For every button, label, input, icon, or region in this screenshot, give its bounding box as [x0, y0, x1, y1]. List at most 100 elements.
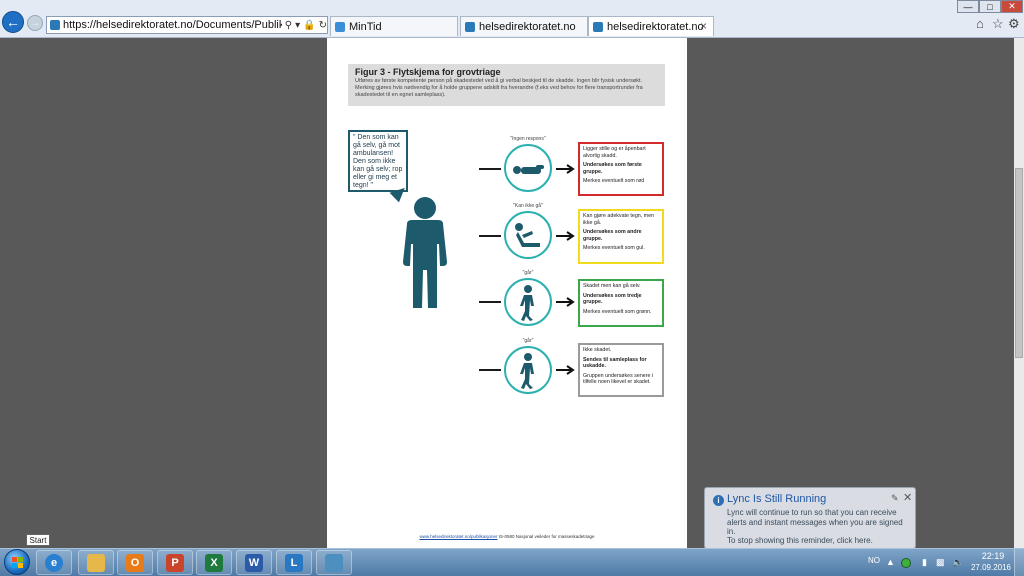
volume-icon[interactable]: 🔈 [952, 557, 963, 568]
tab-label: MinTid [349, 20, 382, 33]
taskbar-excel[interactable]: X [196, 550, 232, 575]
tab-mintid[interactable]: MinTid [330, 16, 458, 36]
walking-person-icon [520, 285, 534, 321]
home-icon[interactable]: ⌂ [976, 16, 984, 31]
taskbar-internet-explorer[interactable]: e [36, 550, 72, 575]
arrow-right-icon: → [30, 17, 40, 29]
info-icon: i [713, 495, 724, 506]
row-label: "Ingen respons" [510, 136, 546, 142]
site-favicon-icon [593, 21, 603, 32]
settings-gear-icon[interactable]: ⚙ [1008, 16, 1020, 32]
triage-description: Kan gjøre adekvate tegn, men ikke gå. [583, 213, 654, 226]
triage-description: Ikke skadet. [583, 347, 612, 353]
site-favicon-icon [50, 20, 60, 30]
tab-close-icon[interactable]: × [700, 19, 707, 33]
taskbar-file-explorer[interactable] [78, 550, 114, 575]
triage-description: Ligger stille og er åpenbart alvorlig sk… [583, 146, 646, 159]
arrow-right-icon [556, 231, 575, 241]
triage-box-red: Ligger stille og er åpenbart alvorlig sk… [578, 142, 664, 196]
show-hidden-icons-icon[interactable]: ▲ [886, 557, 895, 567]
back-button[interactable]: ← [2, 11, 24, 33]
internet-explorer-icon: e [45, 553, 63, 572]
row-label: "går" [522, 338, 534, 344]
site-favicon-icon [465, 21, 475, 32]
standing-person-icon [403, 197, 447, 308]
triage-box-grey: Ikke skadet. Sendes til samleplass for u… [578, 343, 664, 397]
triage-description: Skadet men kan gå selv. [583, 283, 641, 289]
excel-icon: X [205, 553, 223, 572]
minimize-button[interactable]: — [957, 0, 979, 13]
triage-note: Merkes eventuelt som grønn. [583, 308, 652, 315]
photo-viewer-icon [325, 553, 343, 572]
clock-date[interactable]: 27.09.2016 [970, 563, 1012, 572]
arrow-right-icon [556, 365, 575, 375]
refresh-icon[interactable]: ↻ [319, 20, 327, 31]
taskbar-word[interactable]: W [236, 550, 272, 575]
taskbar-powerpoint[interactable]: P [157, 550, 193, 575]
row-label: "Kan ikke gå" [513, 203, 543, 209]
window-close-button[interactable]: ✕ [1001, 0, 1023, 13]
sitting-person-circle [504, 211, 552, 259]
arrow-left-icon: ← [6, 14, 20, 30]
publications-link[interactable]: www.helsedirektoratet.no/publikasjoner [419, 534, 497, 539]
clock-time[interactable]: 22:19 [978, 551, 1008, 561]
notification-title: Lync Is Still Running [727, 493, 827, 505]
sitting-person-icon [515, 223, 540, 247]
vertical-scrollbar[interactable] [1014, 38, 1024, 548]
powerpoint-icon: P [166, 553, 184, 572]
notification-close-icon[interactable]: ✕ [903, 491, 912, 504]
tab-label: helsedirektoratet.no [479, 20, 576, 33]
document-viewport[interactable]: Figur 3 - Flytskjema for grovtriage Utfø… [0, 38, 1014, 548]
maximize-button[interactable]: □ [979, 0, 1001, 13]
connector-line [479, 235, 501, 237]
walking-person-icon [520, 353, 534, 389]
walking-person-circle [504, 278, 552, 326]
figure-caption: Utføres av første kompetente person på s… [355, 78, 643, 98]
tab-helsedirektoratet-active[interactable]: helsedirektoratet.no × [588, 16, 714, 36]
favorites-star-icon[interactable]: ☆ [992, 16, 1004, 32]
url-text[interactable]: https://helsedirektoratet.no/Documents/P… [63, 19, 282, 31]
lync-tray-icon[interactable] [901, 558, 911, 568]
mintid-favicon-icon [335, 21, 345, 32]
triage-note: Merkes eventuelt som gul. [583, 245, 645, 252]
taskbar-photo-viewer[interactable] [316, 550, 352, 575]
battery-icon[interactable]: ▮ [922, 557, 927, 568]
figure-header: Figur 3 - Flytskjema for grovtriage Utfø… [348, 64, 665, 106]
notification-body: Lync will continue to run so that you ca… [727, 508, 903, 537]
taskbar-outlook[interactable]: O [117, 550, 153, 575]
triage-action: Sendes til samleplass for uskadde. [583, 356, 647, 370]
lync-icon: L [285, 553, 303, 572]
figure-title: Figur 3 - Flytskjema for grovtriage [355, 67, 501, 77]
start-button[interactable] [4, 549, 30, 575]
lock-icon[interactable]: 🔒 [303, 20, 315, 31]
pdf-page: Figur 3 - Flytskjema for grovtriage Utfø… [327, 38, 687, 548]
network-icon[interactable]: ▩ [936, 557, 945, 568]
walking-person-circle [504, 346, 552, 394]
triage-action: Undersøkes som andre gruppe. [583, 229, 642, 242]
taskbar-lync[interactable]: L [276, 550, 312, 575]
word-icon: W [245, 553, 263, 572]
stop-reminder-link[interactable]: To stop showing this reminder, click her… [727, 536, 873, 545]
scrollbar-thumb[interactable] [1015, 168, 1023, 358]
triage-action: Undersøkes som tredje gruppe. [583, 292, 642, 306]
tab-helsedirektoratet[interactable]: helsedirektoratet.no [460, 16, 588, 36]
windows-logo-icon [12, 557, 23, 568]
triage-box-green: Skadet men kan gå selv. Undersøkes som t… [578, 279, 664, 327]
start-tooltip: Start [26, 534, 50, 546]
lying-person-icon [513, 165, 544, 174]
connector-line [479, 168, 501, 170]
footer-text: IS-0580 Nasjonal veileder for masseskade… [497, 534, 595, 539]
lying-person-circle [504, 144, 552, 192]
address-bar[interactable]: https://helsedirektoratet.no/Documents/P… [46, 16, 328, 34]
lync-notification[interactable]: i Lync Is Still Running ✎ ✕ Lync will co… [704, 487, 916, 556]
pin-icon[interactable]: ✎ [891, 493, 899, 504]
search-icon[interactable]: ⚲ [285, 20, 292, 31]
forward-button[interactable]: → [27, 15, 43, 31]
language-indicator[interactable]: NO [868, 556, 880, 565]
folder-icon [87, 553, 105, 572]
dropdown-arrow-icon[interactable]: ▾ [295, 20, 300, 31]
show-desktop-button[interactable] [1014, 549, 1024, 576]
arrow-right-icon [556, 297, 575, 307]
page-footer: www.helsedirektoratet.no/publikasjoner I… [327, 534, 687, 539]
browser-chrome: ← → https://helsedirektoratet.no/Documen… [0, 0, 1024, 38]
